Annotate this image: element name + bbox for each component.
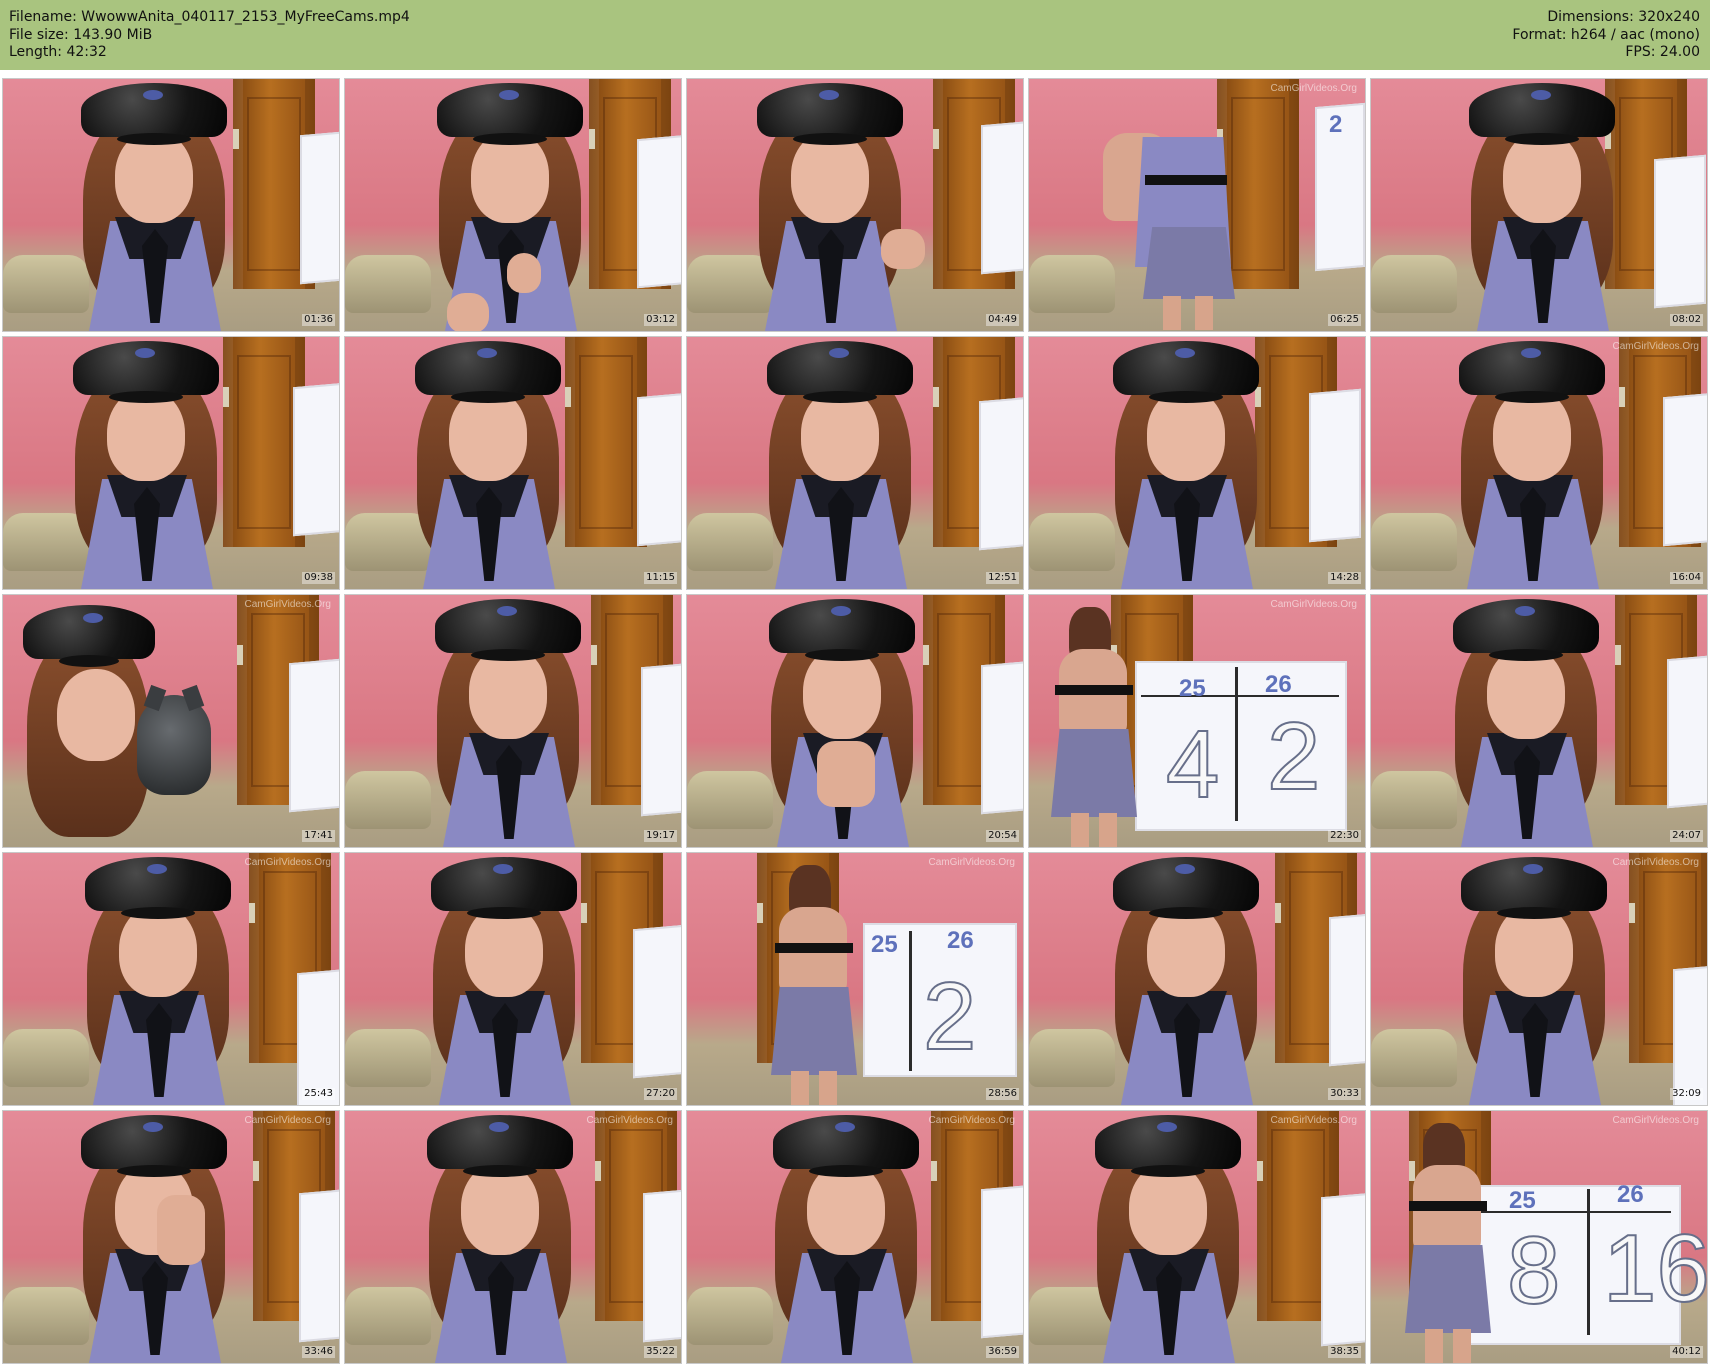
hand-shape (881, 229, 925, 269)
timestamp-label: 32:09 (1670, 1088, 1703, 1100)
watermark-label: CamGirlVideos.Org (244, 599, 331, 610)
thumbnail-19: 30:33 (1029, 853, 1365, 1105)
filesize-label: File size: 143.90 MiB (9, 26, 153, 43)
timestamp-label: 11:15 (644, 572, 677, 584)
watermark-label: CamGirlVideos.Org (928, 857, 1015, 868)
timestamp-label: 12:51 (986, 572, 1019, 584)
timestamp-label: 40:12 (1670, 1346, 1703, 1358)
thumbnail-24: CamGirlVideos.Org 38:35 (1029, 1111, 1365, 1363)
thumbnail-25: 25 26 8 16 CamGirlVideos.Org 40:12 (1371, 1111, 1707, 1363)
watermark-label: CamGirlVideos.Org (244, 1115, 331, 1126)
watermark-label: CamGirlVideos.Org (244, 857, 331, 868)
timestamp-label: 09:38 (302, 572, 335, 584)
timestamp-label: 35:22 (644, 1346, 677, 1358)
timestamp-label: 28:56 (986, 1088, 1019, 1100)
thumbnail-17: 27:20 (345, 853, 681, 1105)
timestamp-label: 17:41 (302, 830, 335, 842)
thumbnail-5: 08:02 (1371, 79, 1707, 331)
thumbnail-4: 2 CamGirlVideos.Org 06:25 (1029, 79, 1365, 331)
watermark-label: CamGirlVideos.Org (1612, 341, 1699, 352)
board-left-number-label: 25 (871, 931, 898, 958)
timestamp-label: 06:25 (1328, 314, 1361, 326)
thumbnail-10: CamGirlVideos.Org 16:04 (1371, 337, 1707, 589)
timestamp-label: 22:30 (1328, 830, 1361, 842)
thumbnail-15: 24:07 (1371, 595, 1707, 847)
thumbnail-11: CamGirlVideos.Org 17:41 (3, 595, 339, 847)
thumbnail-grid: 01:36 03:12 04:49 2 CamGirlVideos.Org 06… (3, 79, 1707, 1363)
board-left-number-label: 25 (1179, 675, 1206, 702)
watermark-label: CamGirlVideos.Org (1612, 1115, 1699, 1126)
watermark-label: CamGirlVideos.Org (1612, 857, 1699, 868)
cup-hand-shape (447, 293, 489, 331)
board-left-number-label: 25 (1509, 1187, 1536, 1214)
hand-shape (817, 741, 875, 807)
fps-label: FPS: 24.00 (1625, 44, 1700, 60)
timestamp-label: 33:46 (302, 1346, 335, 1358)
watermark-label: CamGirlVideos.Org (1270, 1115, 1357, 1126)
thumbnail-20: CamGirlVideos.Org 32:09 (1371, 853, 1707, 1105)
thumbnail-9: 14:28 (1029, 337, 1365, 589)
board-left-digit-label: 8 (1506, 1217, 1561, 1324)
thumbnail-6: 09:38 (3, 337, 339, 589)
person-shape (69, 79, 239, 331)
board-number-label: 2 (1329, 111, 1343, 138)
thumbnail-13: 20:54 (687, 595, 1023, 847)
hand-shape (507, 253, 541, 293)
thumbnail-16: CamGirlVideos.Org 25:43 (3, 853, 339, 1105)
thumbnail-2: 03:12 (345, 79, 681, 331)
watermark-label: CamGirlVideos.Org (1270, 599, 1357, 610)
timestamp-label: 03:12 (644, 314, 677, 326)
board-right-digit-label: 2 (1266, 703, 1321, 810)
timestamp-label: 38:35 (1328, 1346, 1361, 1358)
format-label: Format: h264 / aac (mono) (1512, 26, 1700, 43)
thumbnail-12: 19:17 (345, 595, 681, 847)
timestamp-label: 16:04 (1670, 572, 1703, 584)
timestamp-label: 24:07 (1670, 830, 1703, 842)
thumbnail-8: 12:51 (687, 337, 1023, 589)
cat-shape (137, 695, 211, 795)
watermark-label: CamGirlVideos.Org (928, 1115, 1015, 1126)
hand-shape (157, 1195, 205, 1265)
board-right-number-label: 26 (1617, 1181, 1644, 1208)
timestamp-label: 25:43 (302, 1088, 335, 1100)
thumbnail-23: CamGirlVideos.Org 36:59 (687, 1111, 1023, 1363)
thumbnail-7: 11:15 (345, 337, 681, 589)
timestamp-label: 27:20 (644, 1088, 677, 1100)
thumbnail-14: 25 26 4 2 CamGirlVideos.Org 22:30 (1029, 595, 1365, 847)
board-right-number-label: 26 (947, 927, 974, 954)
timestamp-label: 14:28 (1328, 572, 1361, 584)
file-metadata-left: Filename: WwowwAnita_040117_2153_MyFreeC… (9, 9, 410, 62)
timestamp-label: 08:02 (1670, 314, 1703, 326)
timestamp-label: 20:54 (986, 830, 1019, 842)
contact-sheet-header: Filename: WwowwAnita_040117_2153_MyFreeC… (0, 0, 1710, 70)
timestamp-label: 36:59 (986, 1346, 1019, 1358)
thumbnail-18: 25 26 2 CamGirlVideos.Org 28:56 (687, 853, 1023, 1105)
file-metadata-right: Dimensions: 320x240 Format: h264 / aac (… (1512, 9, 1700, 62)
thumbnail-22: CamGirlVideos.Org 35:22 (345, 1111, 681, 1363)
whiteboard-shape (300, 130, 339, 285)
board-right-digit-label: 16 (1602, 1215, 1707, 1322)
board-right-number-label: 26 (1265, 671, 1292, 698)
watermark-label: CamGirlVideos.Org (1270, 83, 1357, 94)
filename-label: Filename: WwowwAnita_040117_2153_MyFreeC… (9, 9, 410, 25)
timestamp-label: 01:36 (302, 314, 335, 326)
thumbnail-1: 01:36 (3, 79, 339, 331)
timestamp-label: 30:33 (1328, 1088, 1361, 1100)
dimensions-label: Dimensions: 320x240 (1547, 9, 1700, 25)
board-left-digit-label: 4 (1165, 711, 1220, 818)
length-label: Length: 42:32 (9, 44, 107, 60)
timestamp-label: 19:17 (644, 830, 677, 842)
watermark-label: CamGirlVideos.Org (586, 1115, 673, 1126)
thumbnail-3: 04:49 (687, 79, 1023, 331)
thumbnail-21: CamGirlVideos.Org 33:46 (3, 1111, 339, 1363)
timestamp-label: 04:49 (986, 314, 1019, 326)
board-right-digit-label: 2 (922, 963, 977, 1070)
